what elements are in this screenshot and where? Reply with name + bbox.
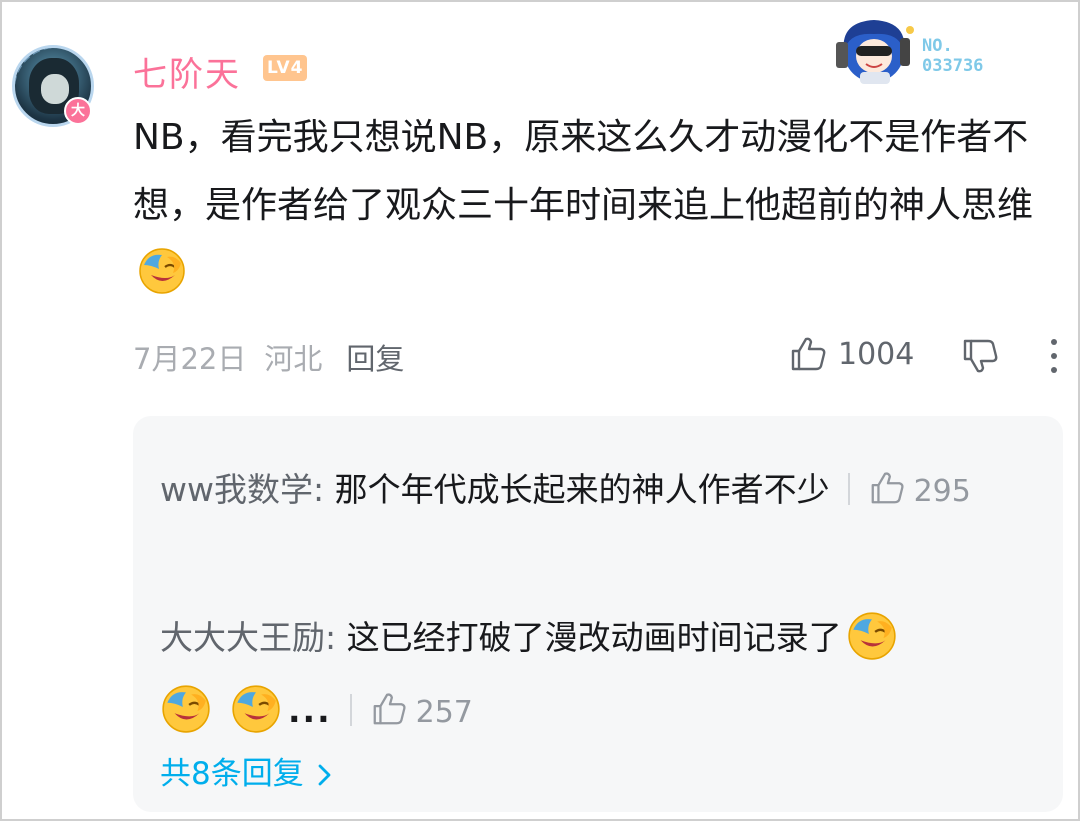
sub-reply: 大大大王励: 这已经打破了漫改动画时间记录了 ... 257 bbox=[160, 601, 990, 749]
like-button[interactable]: 1004 bbox=[788, 334, 914, 374]
divider bbox=[349, 694, 352, 726]
sub-reply-like-count: 257 bbox=[415, 695, 473, 730]
comment-text-body: NB，看完我只想说NB，原来这么久才动漫化不是作者不想，是作者给了观众三十年时间… bbox=[133, 117, 1034, 226]
sub-replies-box: ww我数学: 那个年代成长起来的神人作者不少 295 大大大王励: 这已经打破了… bbox=[133, 416, 1063, 812]
sub-reply: ww我数学: 那个年代成长起来的神人作者不少 295 bbox=[160, 453, 990, 528]
divider bbox=[847, 473, 850, 505]
more-vertical-icon[interactable] bbox=[1044, 336, 1064, 376]
laugh-emoji-icon bbox=[232, 685, 280, 733]
sub-reply-author[interactable]: ww我数学 bbox=[160, 470, 313, 509]
chevron-right-icon bbox=[318, 764, 331, 786]
laugh-emoji-icon bbox=[162, 685, 210, 733]
level-badge: LV4 bbox=[263, 55, 308, 81]
more-replies-label: 共8条回复 bbox=[160, 756, 304, 792]
fan-number-prefix: NO. bbox=[922, 36, 953, 56]
comment-date: 7月22日 bbox=[133, 342, 247, 376]
laugh-emoji-icon bbox=[139, 248, 185, 294]
thumb-up-icon bbox=[871, 472, 904, 504]
thumb-down-icon[interactable] bbox=[960, 336, 1000, 376]
sub-reply-author[interactable]: 大大大王励 bbox=[160, 618, 325, 657]
sub-reply-separator: : bbox=[325, 618, 347, 657]
thumb-up-icon bbox=[373, 693, 406, 725]
laugh-emoji-icon bbox=[847, 612, 896, 660]
fan-badge-character-icon[interactable] bbox=[830, 12, 922, 86]
username[interactable]: 七阶天 bbox=[133, 47, 241, 96]
sub-reply-text: 这已经打破了漫改动画时间记录了 bbox=[346, 618, 842, 657]
sub-reply-separator: : bbox=[312, 470, 335, 509]
sub-reply-like-button[interactable]: 257 bbox=[370, 693, 473, 730]
comment-text: NB，看完我只想说NB，原来这么久才动漫化不是作者不想，是作者给了观众三十年时间… bbox=[133, 104, 1043, 308]
fan-number-value: 033736 bbox=[922, 56, 984, 76]
thumb-up-icon bbox=[791, 337, 826, 371]
sub-reply-text: 那个年代成长起来的神人作者不少 bbox=[334, 470, 830, 509]
sub-reply-ellipsis: ... bbox=[288, 691, 332, 730]
view-more-replies-link[interactable]: 共8条回复 bbox=[160, 748, 334, 793]
sub-reply-like-count: 295 bbox=[913, 474, 971, 509]
comment-meta: 7月22日 河北 回复 bbox=[133, 336, 422, 378]
reply-button[interactable]: 回复 bbox=[346, 342, 404, 376]
sub-reply-like-button[interactable]: 295 bbox=[868, 472, 971, 509]
avatar-face bbox=[41, 74, 69, 104]
comment-location: 河北 bbox=[264, 342, 323, 376]
fan-number: NO. 033736 bbox=[922, 36, 983, 76]
vip-badge: 大 bbox=[64, 97, 92, 125]
like-count: 1004 bbox=[838, 336, 915, 372]
